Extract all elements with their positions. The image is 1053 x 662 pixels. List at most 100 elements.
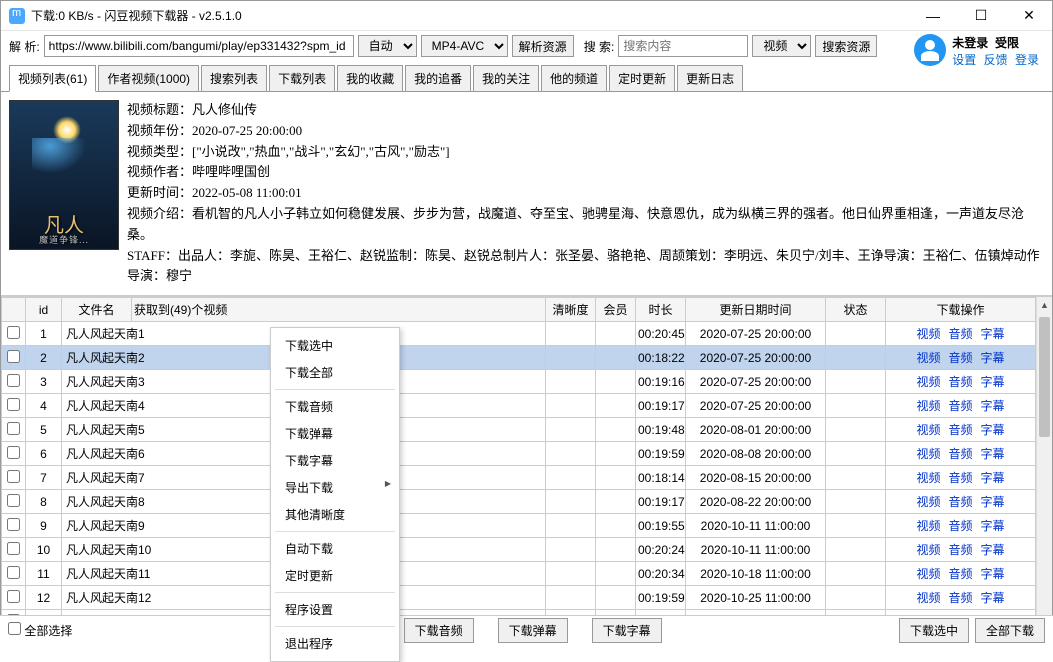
- menu-item[interactable]: 其他清晰度: [271, 501, 399, 528]
- download-danmu-button[interactable]: 下载弹幕: [498, 618, 568, 643]
- op-video-link[interactable]: 视频: [916, 327, 940, 341]
- menu-item[interactable]: 退出程序: [271, 630, 399, 657]
- row-checkbox[interactable]: [7, 374, 20, 387]
- tab-2[interactable]: 搜索列表: [201, 65, 267, 91]
- op-audio-link[interactable]: 音频: [948, 447, 972, 461]
- row-checkbox[interactable]: [7, 518, 20, 531]
- op-audio-link[interactable]: 音频: [948, 519, 972, 533]
- col-duration[interactable]: 时长: [636, 298, 686, 322]
- op-video-link[interactable]: 视频: [916, 375, 940, 389]
- maximize-button[interactable]: ☐: [966, 4, 996, 28]
- menu-item[interactable]: 导出下载: [271, 474, 399, 501]
- table-row[interactable]: 4凡人风起天南400:19:172020-07-25 20:00:00视频音频字…: [2, 394, 1052, 418]
- menu-item[interactable]: 定时更新: [271, 562, 399, 589]
- tab-7[interactable]: 他的频道: [541, 65, 607, 91]
- table-row[interactable]: 3凡人风起天南300:19:162020-07-25 20:00:00视频音频字…: [2, 370, 1052, 394]
- op-subtitle-link[interactable]: 字幕: [981, 591, 1005, 605]
- download-selected-button[interactable]: 下载选中: [899, 618, 969, 643]
- download-all-button[interactable]: 全部下载: [975, 618, 1045, 643]
- op-audio-link[interactable]: 音频: [948, 591, 972, 605]
- select-all-checkbox[interactable]: 全部选择: [8, 622, 72, 639]
- table-row[interactable]: 6凡人风起天南600:19:592020-08-08 20:00:00视频音频字…: [2, 442, 1052, 466]
- op-subtitle-link[interactable]: 字幕: [981, 447, 1005, 461]
- search-type-select[interactable]: 视频: [752, 35, 811, 57]
- mode-select[interactable]: 自动: [358, 35, 417, 57]
- col-vip[interactable]: 会员: [596, 298, 636, 322]
- menu-item[interactable]: 自动下载: [271, 535, 399, 562]
- op-audio-link[interactable]: 音频: [948, 375, 972, 389]
- search-button[interactable]: 搜索资源: [815, 35, 877, 57]
- settings-link[interactable]: 设置: [952, 53, 976, 67]
- op-video-link[interactable]: 视频: [916, 399, 940, 413]
- col-status[interactable]: 状态: [826, 298, 886, 322]
- op-subtitle-link[interactable]: 字幕: [981, 471, 1005, 485]
- table-row[interactable]: 1凡人风起天南100:20:452020-07-25 20:00:00视频音频字…: [2, 322, 1052, 346]
- tab-5[interactable]: 我的追番: [405, 65, 471, 91]
- download-audio-button[interactable]: 下载音频: [404, 618, 474, 643]
- op-subtitle-link[interactable]: 字幕: [981, 375, 1005, 389]
- row-checkbox[interactable]: [7, 350, 20, 363]
- op-subtitle-link[interactable]: 字幕: [981, 351, 1005, 365]
- search-input[interactable]: [618, 35, 748, 57]
- minimize-button[interactable]: —: [918, 4, 948, 28]
- op-subtitle-link[interactable]: 字幕: [981, 519, 1005, 533]
- tab-6[interactable]: 我的关注: [473, 65, 539, 91]
- col-count[interactable]: 获取到(49)个视频: [132, 298, 546, 322]
- close-button[interactable]: ✕: [1014, 4, 1044, 28]
- url-input[interactable]: [44, 35, 354, 57]
- op-video-link[interactable]: 视频: [916, 591, 940, 605]
- login-link[interactable]: 登录: [1015, 53, 1039, 67]
- op-video-link[interactable]: 视频: [916, 471, 940, 485]
- tab-1[interactable]: 作者视频(1000): [98, 65, 199, 91]
- op-audio-link[interactable]: 音频: [948, 351, 972, 365]
- table-row[interactable]: 7凡人风起天南700:18:142020-08-15 20:00:00视频音频字…: [2, 466, 1052, 490]
- tab-3[interactable]: 下载列表: [269, 65, 335, 91]
- row-checkbox[interactable]: [7, 494, 20, 507]
- op-audio-link[interactable]: 音频: [948, 495, 972, 509]
- tab-4[interactable]: 我的收藏: [337, 65, 403, 91]
- row-checkbox[interactable]: [7, 542, 20, 555]
- row-checkbox[interactable]: [7, 590, 20, 603]
- op-subtitle-link[interactable]: 字幕: [981, 327, 1005, 341]
- table-row[interactable]: 10凡人风起天南1000:20:242020-10-11 11:00:00视频音…: [2, 538, 1052, 562]
- feedback-link[interactable]: 反馈: [984, 53, 1008, 67]
- scroll-up-icon[interactable]: ▲: [1037, 297, 1052, 313]
- op-video-link[interactable]: 视频: [916, 351, 940, 365]
- menu-item[interactable]: 下载弹幕: [271, 420, 399, 447]
- op-video-link[interactable]: 视频: [916, 519, 940, 533]
- menu-item[interactable]: 下载选中: [271, 332, 399, 359]
- op-video-link[interactable]: 视频: [916, 567, 940, 581]
- table-row[interactable]: 12凡人风起天南1200:19:592020-10-25 11:00:00视频音…: [2, 586, 1052, 610]
- op-subtitle-link[interactable]: 字幕: [981, 495, 1005, 509]
- op-video-link[interactable]: 视频: [916, 495, 940, 509]
- table-row[interactable]: 5凡人风起天南500:19:482020-08-01 20:00:00视频音频字…: [2, 418, 1052, 442]
- table-row[interactable]: 2凡人风起天南200:18:222020-07-25 20:00:00视频音频字…: [2, 346, 1052, 370]
- tab-0[interactable]: 视频列表(61): [9, 65, 96, 92]
- op-audio-link[interactable]: 音频: [948, 399, 972, 413]
- row-checkbox[interactable]: [7, 470, 20, 483]
- tab-8[interactable]: 定时更新: [609, 65, 675, 91]
- table-row[interactable]: 11凡人风起天南1100:20:342020-10-18 11:00:00视频音…: [2, 562, 1052, 586]
- op-audio-link[interactable]: 音频: [948, 567, 972, 581]
- scroll-thumb[interactable]: [1039, 317, 1050, 437]
- op-video-link[interactable]: 视频: [916, 423, 940, 437]
- menu-item[interactable]: 程序设置: [271, 596, 399, 623]
- row-checkbox[interactable]: [7, 398, 20, 411]
- tab-9[interactable]: 更新日志: [677, 65, 743, 91]
- col-id[interactable]: id: [26, 298, 62, 322]
- col-quality[interactable]: 清晰度: [546, 298, 596, 322]
- op-video-link[interactable]: 视频: [916, 543, 940, 557]
- op-audio-link[interactable]: 音频: [948, 471, 972, 485]
- row-checkbox[interactable]: [7, 422, 20, 435]
- menu-item[interactable]: 下载音频: [271, 393, 399, 420]
- table-scrollbar[interactable]: ▲ ▼: [1036, 297, 1052, 628]
- format-select[interactable]: MP4-AVC: [421, 35, 508, 57]
- menu-item[interactable]: 下载全部: [271, 359, 399, 386]
- op-subtitle-link[interactable]: 字幕: [981, 543, 1005, 557]
- op-audio-link[interactable]: 音频: [948, 543, 972, 557]
- op-video-link[interactable]: 视频: [916, 447, 940, 461]
- row-checkbox[interactable]: [7, 326, 20, 339]
- op-audio-link[interactable]: 音频: [948, 327, 972, 341]
- op-audio-link[interactable]: 音频: [948, 423, 972, 437]
- menu-item[interactable]: 下载字幕: [271, 447, 399, 474]
